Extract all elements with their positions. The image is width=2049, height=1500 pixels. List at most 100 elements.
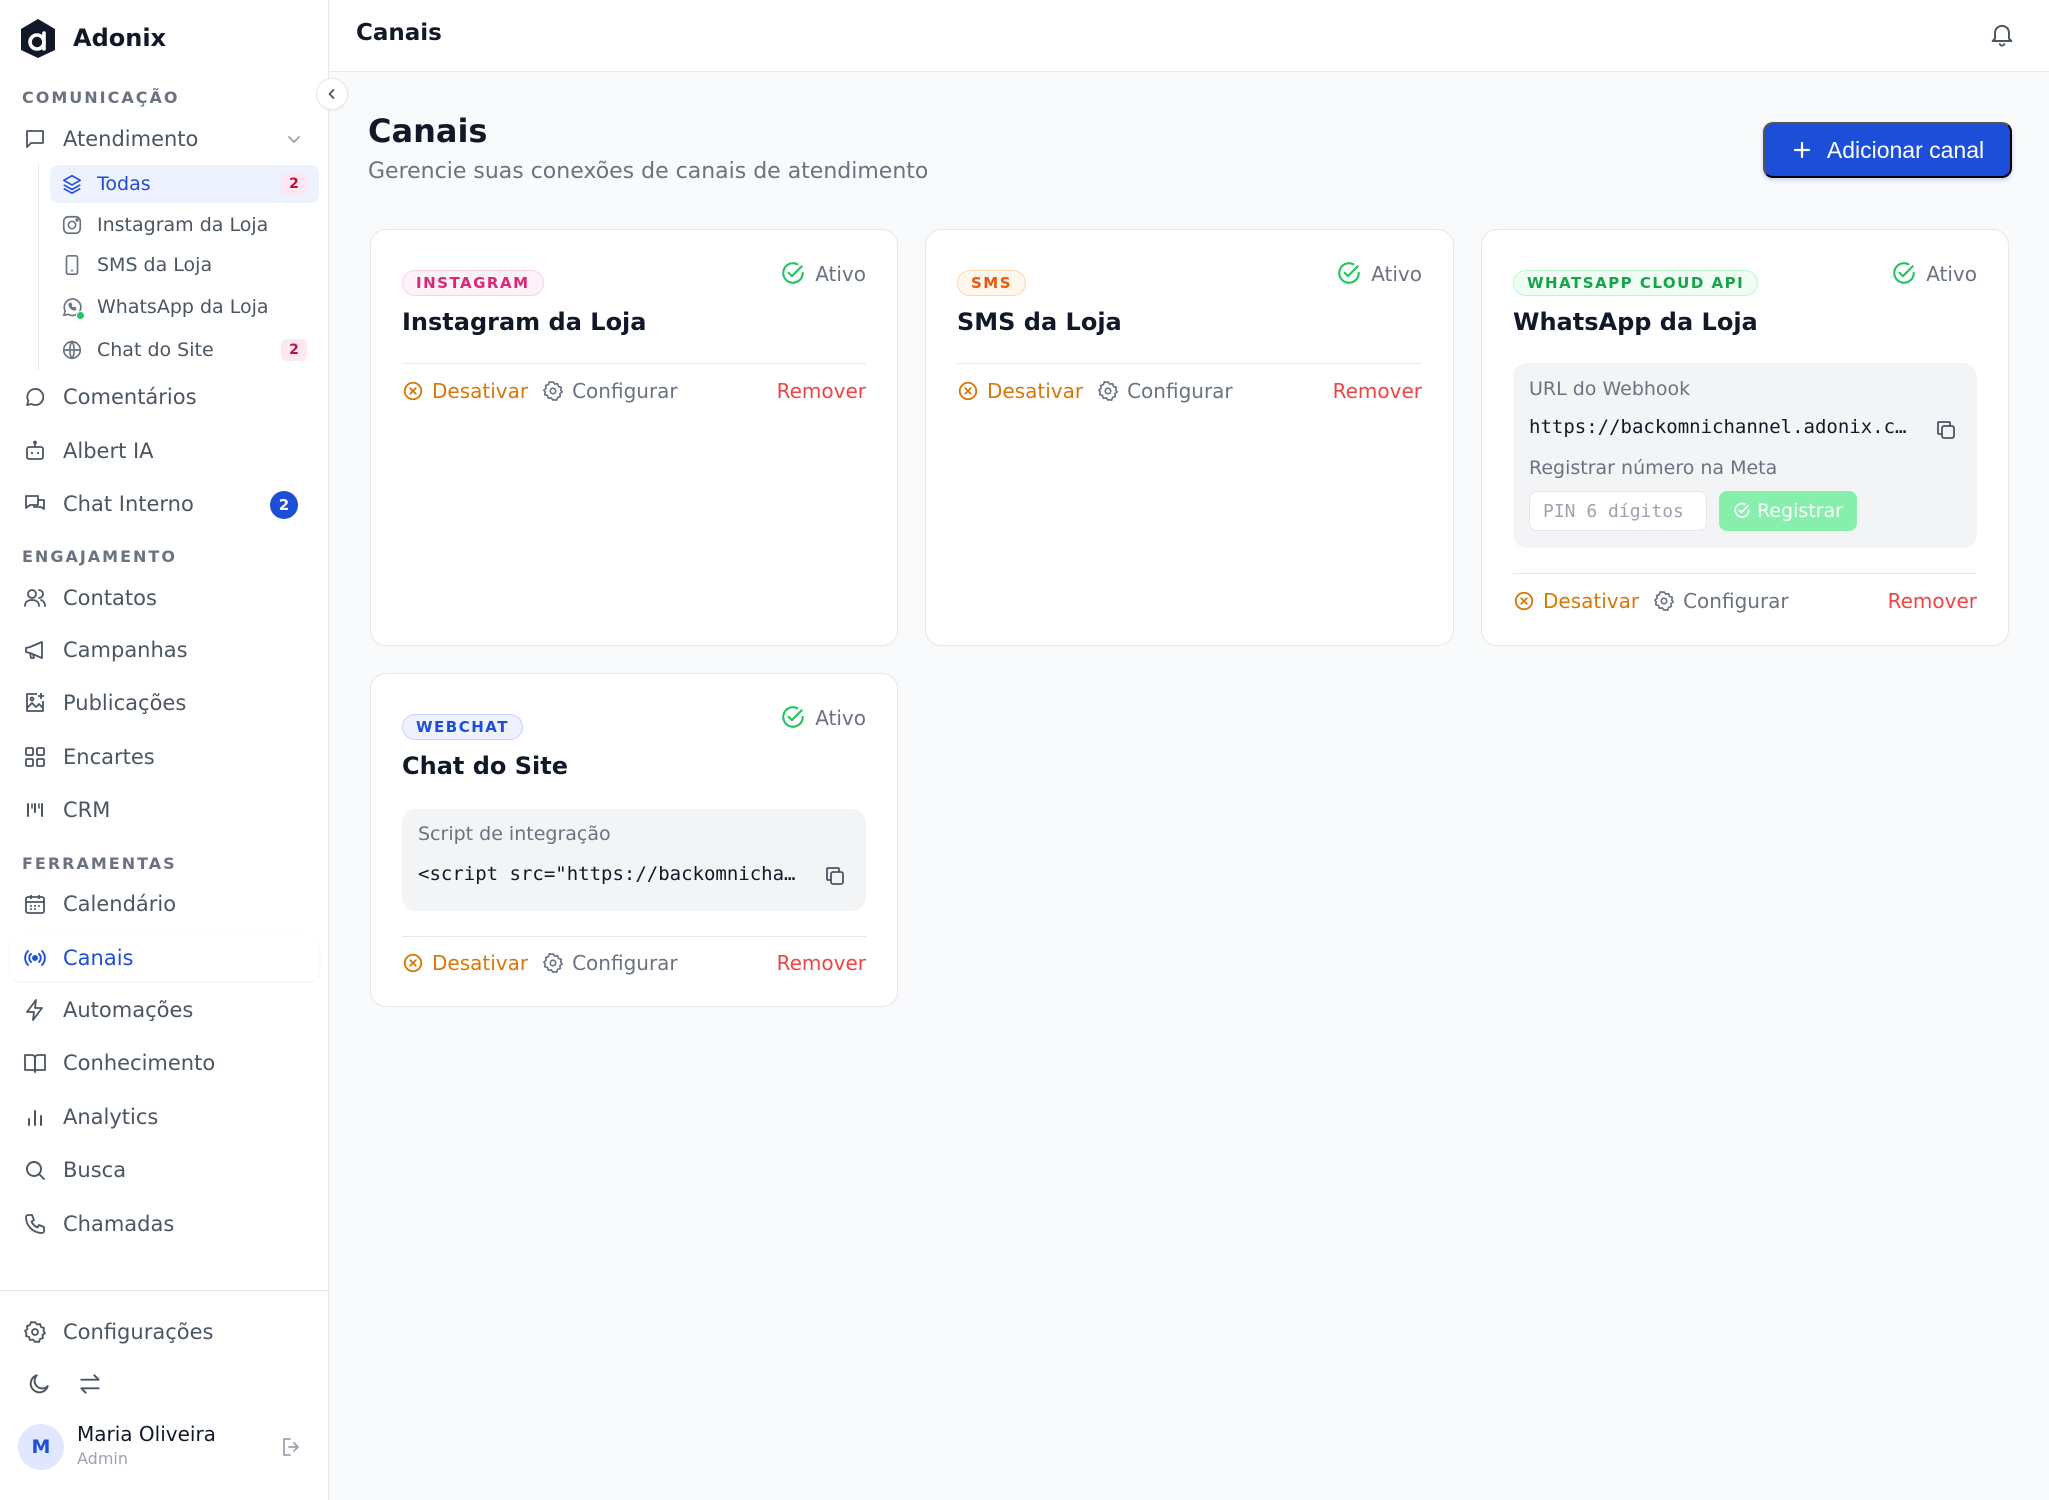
webhook-label: URL do Webhook bbox=[1529, 378, 1691, 400]
add-channel-button[interactable]: Adicionar canal bbox=[1763, 122, 2012, 178]
sidebar-item-label: Encartes bbox=[63, 745, 155, 769]
status-badge: Ativo bbox=[780, 261, 866, 287]
unread-badge: 2 bbox=[270, 491, 298, 519]
disable-button[interactable]: Desativar bbox=[1513, 589, 1639, 613]
adonix-logo-icon bbox=[18, 17, 58, 59]
radio-broadcast-icon bbox=[22, 945, 48, 971]
check-circle-icon bbox=[1734, 502, 1750, 518]
script-info-box: Script de integração <script src="https:… bbox=[402, 809, 866, 911]
sidebar-item-chamadas[interactable]: Chamadas bbox=[10, 1201, 319, 1247]
collapse-sidebar-button[interactable] bbox=[316, 78, 348, 110]
status-badge: Ativo bbox=[1336, 261, 1422, 287]
sidebar-item-label: Busca bbox=[63, 1158, 127, 1182]
status-badge: Ativo bbox=[780, 705, 866, 731]
sidebar-item-encartes[interactable]: Encartes bbox=[10, 734, 319, 780]
sidebar-subitem-whatsapp[interactable]: WhatsApp da Loja bbox=[50, 288, 319, 326]
sidebar-item-calendario[interactable]: Calendário bbox=[10, 881, 319, 927]
remove-button[interactable]: Remover bbox=[1333, 379, 1422, 403]
configure-label: Configurar bbox=[572, 951, 678, 975]
avatar[interactable]: M bbox=[18, 1424, 64, 1470]
card-actions: Desativar Configurar Remover bbox=[402, 948, 866, 978]
kanban-icon bbox=[22, 797, 48, 823]
sidebar-subitem-todas[interactable]: Todas 2 bbox=[50, 165, 319, 203]
sidebar-item-publicacoes[interactable]: Publicações bbox=[10, 680, 319, 726]
topbar-title: Canais bbox=[356, 20, 442, 46]
disable-button[interactable]: Desativar bbox=[402, 379, 528, 403]
card-actions: Desativar Configurar Remover bbox=[957, 376, 1422, 406]
calendar-icon bbox=[22, 891, 48, 917]
page-title: Canais bbox=[368, 112, 488, 150]
grid-icon bbox=[22, 744, 48, 770]
sidebar-item-comentarios[interactable]: Comentários bbox=[10, 374, 319, 420]
status-label: Ativo bbox=[815, 262, 866, 286]
logout-icon[interactable] bbox=[277, 1432, 307, 1462]
status-label: Ativo bbox=[1926, 262, 1977, 286]
sidebar-item-label: Automações bbox=[63, 998, 194, 1022]
configure-label: Configurar bbox=[1127, 379, 1233, 403]
webhook-url: https://backomnichannel.adonix.c… bbox=[1529, 416, 1907, 438]
register-label-text: Registrar bbox=[1757, 500, 1843, 522]
disable-label: Desativar bbox=[432, 379, 529, 403]
configure-button[interactable]: Configurar bbox=[1097, 379, 1233, 403]
sidebar-item-configuracoes[interactable]: Configurações bbox=[10, 1309, 319, 1355]
brand[interactable]: Adonix bbox=[18, 17, 166, 59]
channel-title: WhatsApp da Loja bbox=[1513, 308, 1758, 336]
instagram-icon bbox=[60, 213, 84, 237]
sidebar-item-crm[interactable]: CRM bbox=[10, 787, 319, 833]
configure-button[interactable]: Configurar bbox=[542, 379, 678, 403]
sidebar-item-conhecimento[interactable]: Conhecimento bbox=[10, 1040, 319, 1086]
remove-button[interactable]: Remover bbox=[777, 379, 866, 403]
script-label: Script de integração bbox=[418, 823, 611, 845]
sidebar-item-contatos[interactable]: Contatos bbox=[10, 575, 319, 621]
sidebar-item-analytics[interactable]: Analytics bbox=[10, 1094, 319, 1140]
channel-title: Instagram da Loja bbox=[402, 308, 647, 336]
sidebar-item-label: Chat Interno bbox=[63, 492, 194, 516]
status-badge: Ativo bbox=[1891, 261, 1977, 287]
book-open-icon bbox=[22, 1050, 48, 1076]
remove-button[interactable]: Remover bbox=[777, 951, 866, 975]
sidebar-item-label: Conhecimento bbox=[63, 1051, 216, 1075]
configure-button[interactable]: Configurar bbox=[542, 951, 678, 975]
subitem-label: WhatsApp da Loja bbox=[97, 296, 269, 318]
sidebar-subitem-chat-do-site[interactable]: Chat do Site 2 bbox=[50, 331, 319, 369]
sidebar-item-label: Atendimento bbox=[63, 127, 199, 151]
configure-button[interactable]: Configurar bbox=[1653, 589, 1789, 613]
messages-icon bbox=[22, 491, 48, 517]
settings-gear-icon bbox=[1654, 591, 1675, 611]
remove-button[interactable]: Remover bbox=[1888, 589, 1977, 613]
sidebar-item-label: Configurações bbox=[63, 1320, 214, 1344]
unread-badge: 2 bbox=[281, 339, 307, 361]
page-subtitle: Gerencie suas conexões de canais de aten… bbox=[368, 159, 929, 184]
message-square-icon bbox=[22, 126, 48, 152]
disable-button[interactable]: Desativar bbox=[402, 951, 528, 975]
bell-icon[interactable] bbox=[1988, 20, 2016, 48]
pin-input[interactable] bbox=[1529, 491, 1707, 531]
switch-arrows-icon[interactable] bbox=[75, 1369, 105, 1399]
zap-icon bbox=[22, 997, 48, 1023]
message-circle-icon bbox=[22, 384, 48, 410]
settings-gear-icon bbox=[22, 1319, 48, 1345]
sidebar-item-albert-ia[interactable]: Albert IA bbox=[10, 428, 319, 474]
sidebar-subitem-sms[interactable]: SMS da Loja bbox=[50, 246, 319, 284]
sidebar-subitem-instagram[interactable]: Instagram da Loja bbox=[50, 206, 319, 244]
channel-card-instagram: INSTAGRAM Ativo Instagram da Loja Desati… bbox=[370, 229, 898, 646]
globe-icon bbox=[60, 338, 84, 362]
sidebar-item-canais[interactable]: Canais bbox=[10, 935, 319, 981]
sidebar-item-automacoes[interactable]: Automações bbox=[10, 987, 319, 1033]
megaphone-icon bbox=[22, 637, 48, 663]
copy-icon[interactable] bbox=[1933, 417, 1959, 443]
copy-icon[interactable] bbox=[822, 863, 848, 889]
sidebar-item-atendimento[interactable]: Atendimento bbox=[10, 116, 319, 162]
settings-gear-icon bbox=[543, 953, 564, 973]
sidebar-item-chat-interno[interactable]: Chat Interno 2 bbox=[10, 481, 319, 527]
sidebar-item-campanhas[interactable]: Campanhas bbox=[10, 627, 319, 673]
channel-type-chip: SMS bbox=[957, 270, 1027, 296]
register-button[interactable]: Registrar bbox=[1719, 491, 1857, 531]
whatsapp-icon bbox=[60, 295, 85, 320]
moon-icon[interactable] bbox=[24, 1369, 54, 1399]
sidebar-footer: Configurações M Maria Oliveira Admin bbox=[0, 1290, 329, 1500]
sidebar-item-busca[interactable]: Busca bbox=[10, 1147, 319, 1193]
subitem-label: SMS da Loja bbox=[97, 254, 213, 276]
channel-card-sms: SMS Ativo SMS da Loja Desativar Configur… bbox=[925, 229, 1454, 646]
disable-button[interactable]: Desativar bbox=[957, 379, 1083, 403]
